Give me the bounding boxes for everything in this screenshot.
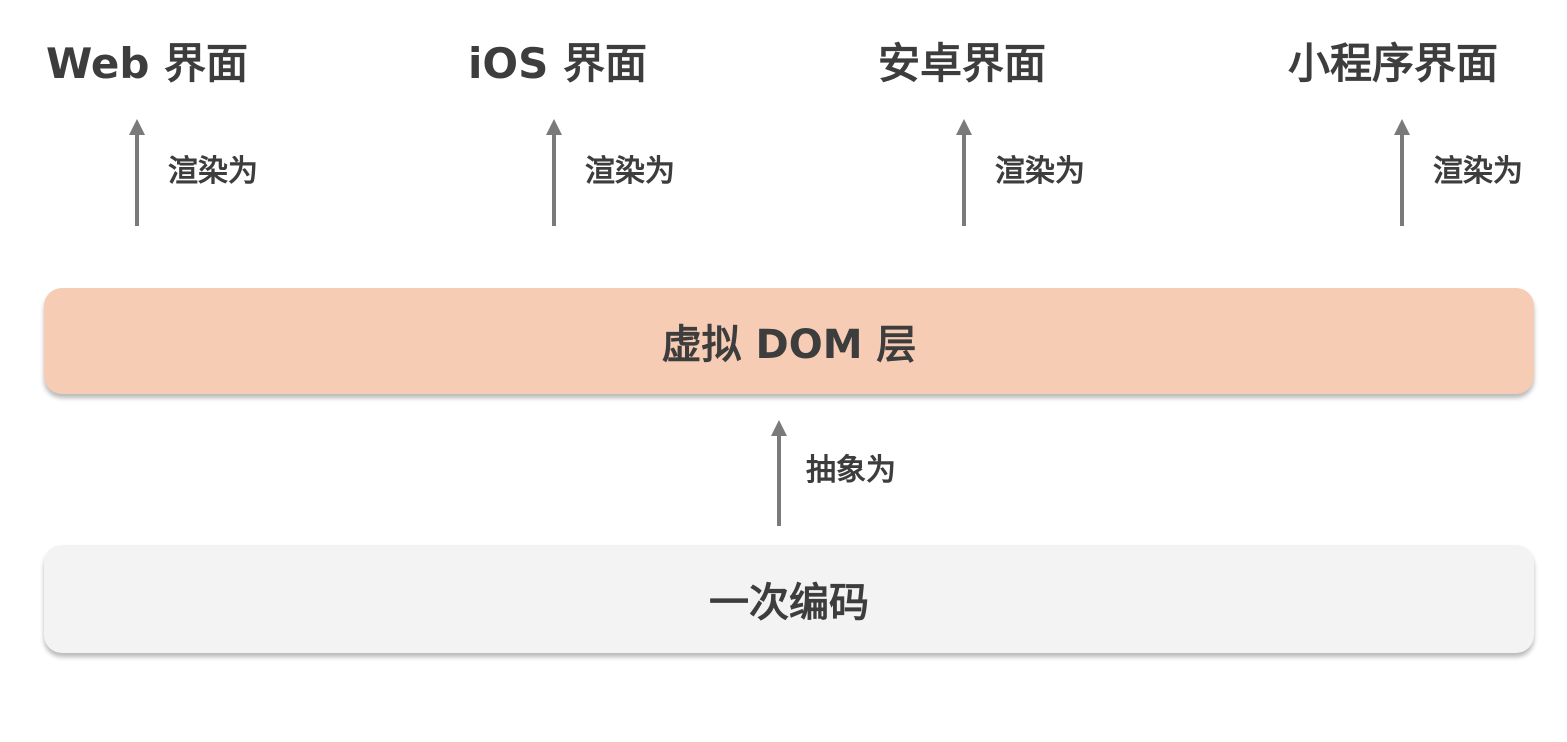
abstraction-arrow — [771, 420, 787, 526]
render-arrow-ios — [546, 119, 562, 226]
render-label-ios: 渲染为 — [585, 154, 675, 189]
render-label-android: 渲染为 — [995, 154, 1085, 189]
abstraction-arrow-label: 抽象为 — [806, 453, 896, 488]
render-label-web: 渲染为 — [168, 154, 258, 189]
target-web-label: Web 界面 — [46, 39, 249, 88]
target-miniprogram-label: 小程序界面 — [1288, 39, 1499, 88]
render-label-miniprogram: 渲染为 — [1433, 154, 1523, 189]
target-android-label: 安卓界面 — [878, 39, 1047, 88]
virtual-dom-layer: 虚拟 DOM 层 — [44, 288, 1534, 394]
render-arrow-web — [129, 119, 145, 226]
render-arrow-miniprogram — [1394, 119, 1410, 226]
source-code-layer: 一次编码 — [44, 545, 1534, 653]
source-code-layer-label: 一次编码 — [709, 580, 869, 626]
render-arrow-android — [956, 119, 972, 226]
virtual-dom-layer-label: 虚拟 DOM 层 — [661, 322, 917, 368]
target-ios-label: iOS 界面 — [468, 39, 647, 88]
